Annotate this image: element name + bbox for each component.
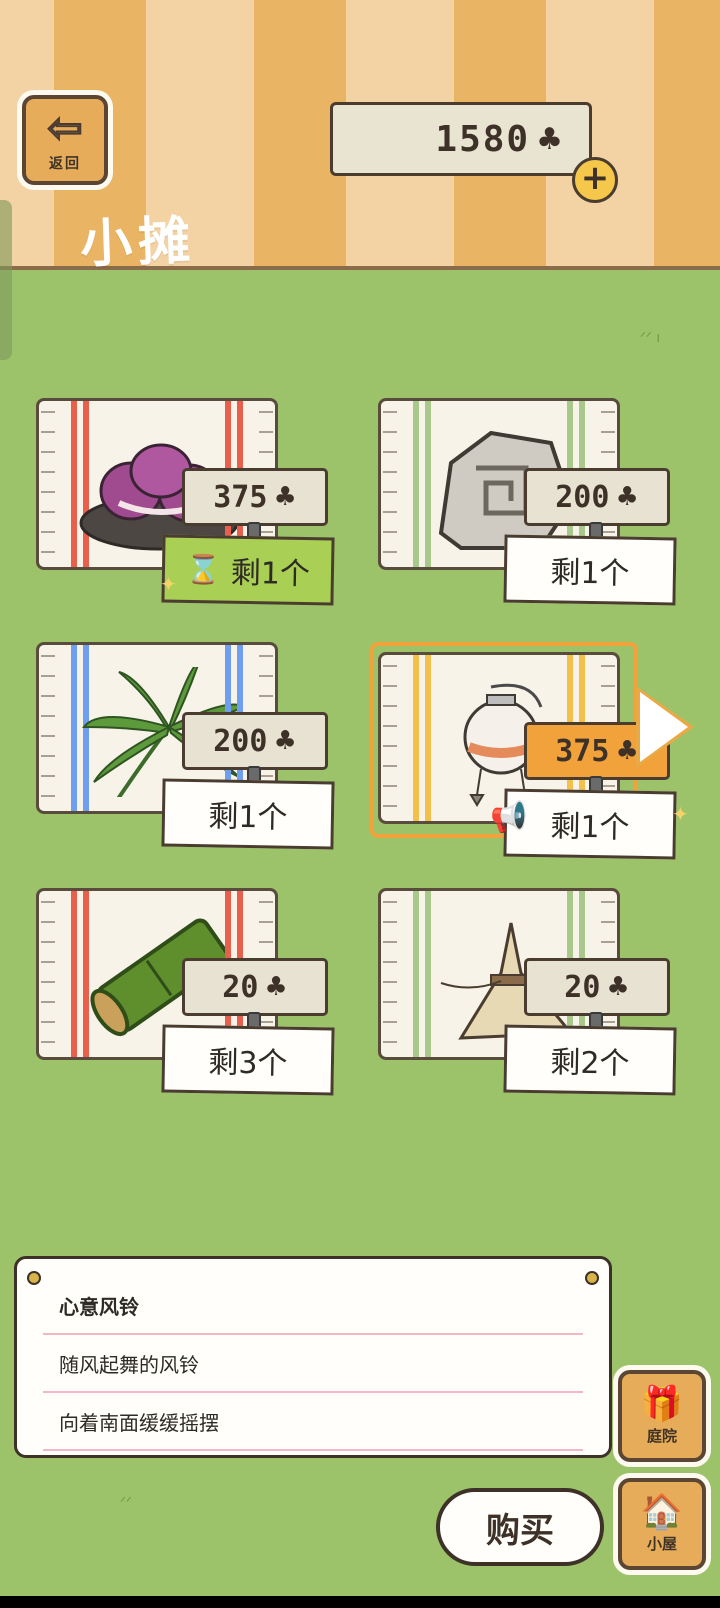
shop-item[interactable]: 20 ♣ 剩2个: [378, 888, 708, 1108]
shop-item[interactable]: 200 ♣ 剩1个: [378, 398, 708, 618]
currency-display: 1580 ♣: [330, 102, 592, 176]
page-title: 小摊: [79, 210, 198, 276]
clover-icon: ♣: [273, 726, 297, 756]
shop-item[interactable]: 375 ♣ ⌛ 剩1个 ✦: [36, 398, 366, 618]
stock-label: 剩1个: [503, 788, 677, 860]
sparkle-icon: ✦: [672, 802, 689, 826]
stock-text: 剩1个: [230, 555, 311, 593]
yard-label: 庭院: [646, 1426, 677, 1445]
stock-label: 剩1个: [503, 534, 677, 606]
item-description-board: 心意风铃 随风起舞的风铃 向着南面缓缓摇摆: [14, 1256, 612, 1458]
system-nav-bar: [0, 1596, 720, 1608]
arrow-left-icon: ⇦: [46, 103, 83, 152]
megaphone-icon: 📢: [490, 800, 528, 835]
price-tag: 20 ♣: [182, 958, 328, 1016]
clover-icon: ♣: [615, 736, 639, 766]
house-icon: 🏠: [640, 1491, 684, 1532]
gift-icon: 🎁: [640, 1383, 684, 1424]
stock-text: 剩1个: [208, 799, 288, 836]
description-line: 向着南面缓缓摇摆: [43, 1393, 583, 1451]
clover-icon: ♣: [606, 972, 630, 1002]
yard-button[interactable]: 🎁 庭院: [618, 1370, 706, 1462]
price-tag: 20 ♣: [524, 958, 670, 1016]
clover-icon: ♣: [615, 482, 639, 512]
clover-icon: ♣: [536, 121, 563, 157]
price-value: 20: [222, 969, 259, 1005]
grass-decoration: ᐟᐟ: [120, 1495, 132, 1511]
price-tag: 200 ♣: [524, 468, 670, 526]
stock-text: 剩1个: [550, 809, 630, 846]
price-value: 20: [564, 969, 601, 1005]
stock-text: 剩3个: [208, 1045, 288, 1082]
price-value: 200: [555, 479, 610, 515]
grass-decoration: ᐟᐟ ı: [640, 330, 661, 346]
shop-item-selected[interactable]: 375 ♣ 剩1个 📢 ✦: [370, 642, 708, 872]
stock-text: 剩1个: [550, 555, 630, 592]
price-value: 375: [555, 733, 610, 769]
clover-icon: ♣: [264, 972, 288, 1002]
back-button[interactable]: ⇦ 返回: [22, 95, 108, 185]
house-label: 小屋: [646, 1534, 677, 1553]
sparkle-icon: ✦: [160, 572, 177, 596]
pin: [585, 1271, 599, 1285]
clover-icon: ♣: [273, 482, 297, 512]
stock-label: 剩2个: [503, 1024, 677, 1096]
item-name: 心意风铃: [43, 1277, 583, 1335]
price-value: 200: [213, 723, 268, 759]
back-label: 返回: [49, 156, 81, 172]
buy-button[interactable]: 购买: [436, 1488, 604, 1566]
hourglass-icon: ⌛: [185, 552, 222, 587]
house-button[interactable]: 🏠 小屋: [618, 1478, 706, 1570]
shop-item[interactable]: 200 ♣ 剩1个: [36, 642, 366, 862]
price-tag: 375 ♣: [182, 468, 328, 526]
price-tag: 200 ♣: [182, 712, 328, 770]
edge-pull-tab[interactable]: [0, 200, 12, 360]
description-line: 随风起舞的风铃: [43, 1335, 583, 1393]
stock-label: 剩3个: [161, 1024, 335, 1096]
stock-label: 剩1个: [161, 778, 335, 850]
add-currency-button[interactable]: +: [572, 157, 618, 203]
currency-amount: 1580: [435, 118, 531, 160]
shop-item[interactable]: 20 ♣ 剩3个: [36, 888, 366, 1108]
pin: [27, 1271, 41, 1285]
stock-label: ⌛ 剩1个: [161, 534, 335, 606]
stock-text: 剩2个: [550, 1045, 630, 1082]
price-value: 375: [213, 479, 268, 515]
